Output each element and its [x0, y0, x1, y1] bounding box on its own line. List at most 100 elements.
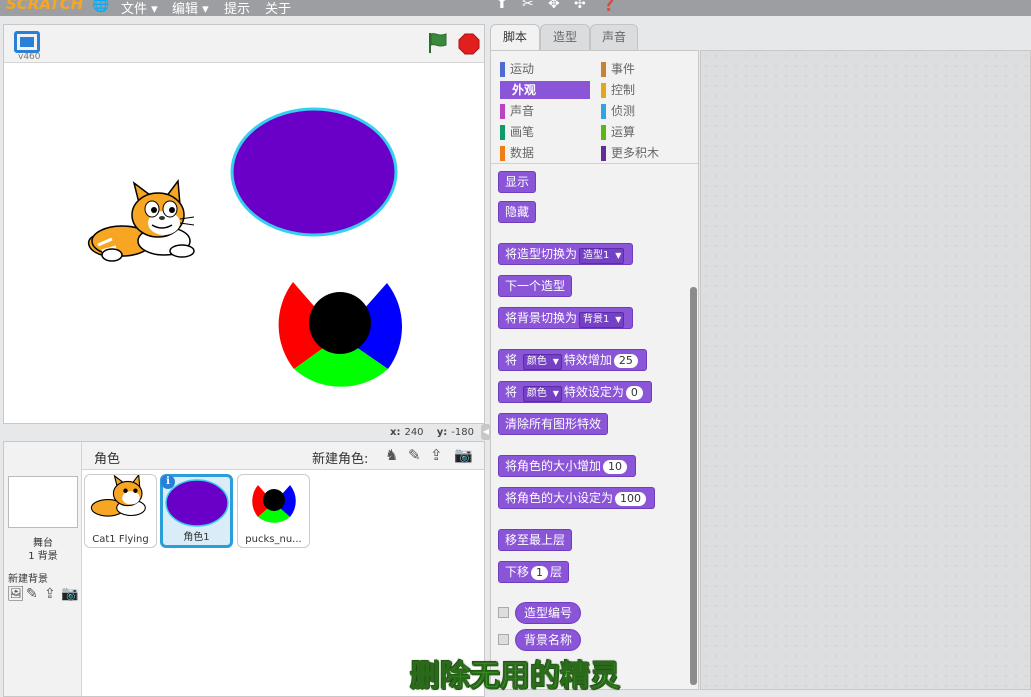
block-label: 隐藏 [505, 205, 530, 219]
upload-sprite-icon[interactable]: ⇪ [430, 446, 443, 464]
category-2[interactable]: 外观 [500, 81, 590, 99]
block-label: 移至最上层 [505, 533, 566, 547]
ellipse-sprite[interactable] [230, 107, 398, 237]
scratch-logo[interactable]: SCRATCH [6, 0, 83, 13]
new-backdrop-label: 新建背景 [8, 574, 48, 585]
block-clear-effects[interactable]: 清除所有图形特效 [498, 413, 609, 435]
block-show[interactable]: 显示 [498, 171, 537, 193]
stage-header: v460 [4, 25, 484, 63]
block-palette: 运动事件外观控制声音侦测画笔运算数据更多积木 显示 隐藏 将造型切换为造型1 下… [490, 50, 699, 690]
block-label: 下一个造型 [505, 279, 566, 293]
stop-icon[interactable] [458, 33, 480, 55]
effect-dropdown[interactable]: 颜色 [522, 386, 562, 402]
cat-thumbnail [90, 473, 146, 517]
tab-sounds[interactable]: 声音 [590, 24, 638, 50]
globe-icon[interactable]: 🌐 [92, 0, 109, 13]
category-5[interactable]: 侦测 [601, 102, 691, 120]
block-change-effect[interactable]: 将 颜色特效增加25 [498, 349, 647, 371]
script-area[interactable] [700, 50, 1031, 690]
block-go-front[interactable]: 移至最上层 [498, 529, 573, 551]
y-label: y: [436, 427, 448, 438]
block-label: 将 [505, 385, 518, 399]
green-flag-icon[interactable] [426, 31, 450, 55]
category-9[interactable]: 更多积木 [601, 144, 691, 162]
backdrop-library-icon[interactable]: 🖼 [7, 586, 25, 602]
block-set-size[interactable]: 将角色的大小设定为 100 [498, 487, 656, 509]
help-icon[interactable]: ❓ [600, 0, 617, 12]
effect-value-input[interactable]: 0 [625, 386, 643, 400]
cut-icon[interactable]: ✂ [522, 0, 534, 12]
block-label: 背景名称 [524, 633, 573, 647]
sprite-tile-cat[interactable]: Cat1 Flying [84, 473, 157, 548]
block-switch-backdrop[interactable]: 将背景切换为 背景1 [498, 307, 634, 329]
stage-thumbnail[interactable] [8, 476, 78, 528]
sprite-name: 角色1 [183, 532, 210, 543]
mouse-coordinates: x: 240 y: -180 [390, 427, 484, 438]
shrink-icon[interactable]: ✣ [574, 0, 586, 12]
grow-icon[interactable]: ✥ [548, 0, 560, 12]
menu-tips[interactable]: 提示 [224, 0, 250, 17]
sprite-header: 角色 新建角色: ♞ ✎ ⇪ 📷 [82, 442, 484, 470]
tab-scripts[interactable]: 脚本 [490, 24, 540, 51]
backdrop-dropdown[interactable]: 背景1 [579, 312, 625, 328]
sprite-name: pucks_nu... [245, 534, 302, 545]
puck-sprite[interactable] [278, 282, 403, 387]
block-label: 下移 [505, 565, 530, 579]
category-7[interactable]: 运算 [601, 123, 691, 141]
category-4[interactable]: 声音 [500, 102, 590, 120]
sprite-tile-puck[interactable]: pucks_nu... [237, 474, 310, 548]
cat-sprite[interactable] [88, 178, 195, 262]
sprite-library-icon[interactable]: ♞ [385, 446, 398, 464]
stage-canvas[interactable] [4, 63, 484, 423]
block-next-costume[interactable]: 下一个造型 [498, 275, 573, 297]
block-label: 显示 [505, 175, 530, 189]
block-go-back[interactable]: 下移 1 层 [498, 561, 570, 583]
camera-sprite-icon[interactable]: 📷 [454, 446, 473, 464]
video-caption: 删除无用的精灵 [410, 659, 621, 695]
category-1[interactable]: 事件 [601, 60, 691, 78]
block-label: 层 [550, 565, 563, 579]
camera-backdrop-icon[interactable]: 📷 [61, 586, 78, 602]
fullscreen-icon[interactable] [14, 31, 40, 53]
layers-input[interactable]: 1 [531, 566, 549, 580]
effect-dropdown[interactable]: 颜色 [522, 354, 562, 370]
costume-dropdown[interactable]: 造型1 [579, 248, 625, 264]
block-hide[interactable]: 隐藏 [498, 201, 537, 223]
duplicate-icon[interactable]: ⬆ [496, 0, 508, 12]
category-0[interactable]: 运动 [500, 60, 590, 78]
paint-sprite-icon[interactable]: ✎ [408, 446, 421, 464]
block-costume-number[interactable]: 造型编号 [515, 602, 582, 624]
sprite-tile-ellipse[interactable]: i 角色1 [160, 474, 233, 548]
menu-edit[interactable]: 编辑 ▾ [172, 0, 209, 17]
backdrop-name-checkbox[interactable] [498, 634, 509, 645]
palette-scroll-thumb[interactable] [690, 287, 697, 685]
stage-column: 舞台 1 背景 新建背景 🖼 ✎ ⇪ 📷 [4, 442, 82, 696]
effect-amount-input[interactable]: 25 [613, 354, 638, 368]
block-label: 特效设定为 [563, 385, 624, 399]
block-switch-costume[interactable]: 将造型切换为 造型1 [498, 243, 634, 265]
info-icon[interactable]: i [161, 475, 175, 489]
size-value-input[interactable]: 100 [615, 492, 647, 506]
block-label: 将背景切换为 [505, 311, 578, 325]
upload-backdrop-icon[interactable]: ⇪ [44, 586, 56, 602]
version-label: v460 [18, 52, 41, 62]
new-sprite-label: 新建角色: [312, 452, 369, 467]
size-amount-input[interactable]: 10 [603, 460, 628, 474]
block-change-size[interactable]: 将角色的大小增加 10 [498, 455, 637, 477]
stage-panel: v460 [3, 24, 485, 424]
block-backdrop-name[interactable]: 背景名称 [515, 629, 582, 651]
block-label: 将角色的大小设定为 [505, 491, 614, 505]
menu-file[interactable]: 文件 ▾ [121, 0, 158, 17]
block-set-effect[interactable]: 将 颜色特效设定为0 [498, 381, 652, 403]
menu-about[interactable]: 关于 [265, 0, 291, 17]
paint-backdrop-icon[interactable]: ✎ [26, 586, 38, 602]
category-3[interactable]: 控制 [601, 81, 691, 99]
costume-number-checkbox[interactable] [498, 607, 509, 618]
x-label: x: [390, 427, 401, 438]
tab-costumes[interactable]: 造型 [540, 24, 590, 50]
block-label: 造型编号 [524, 606, 573, 620]
category-6[interactable]: 画笔 [500, 123, 590, 141]
palette-divider [491, 163, 698, 164]
category-8[interactable]: 数据 [500, 144, 590, 162]
block-label: 将角色的大小增加 [505, 459, 602, 473]
